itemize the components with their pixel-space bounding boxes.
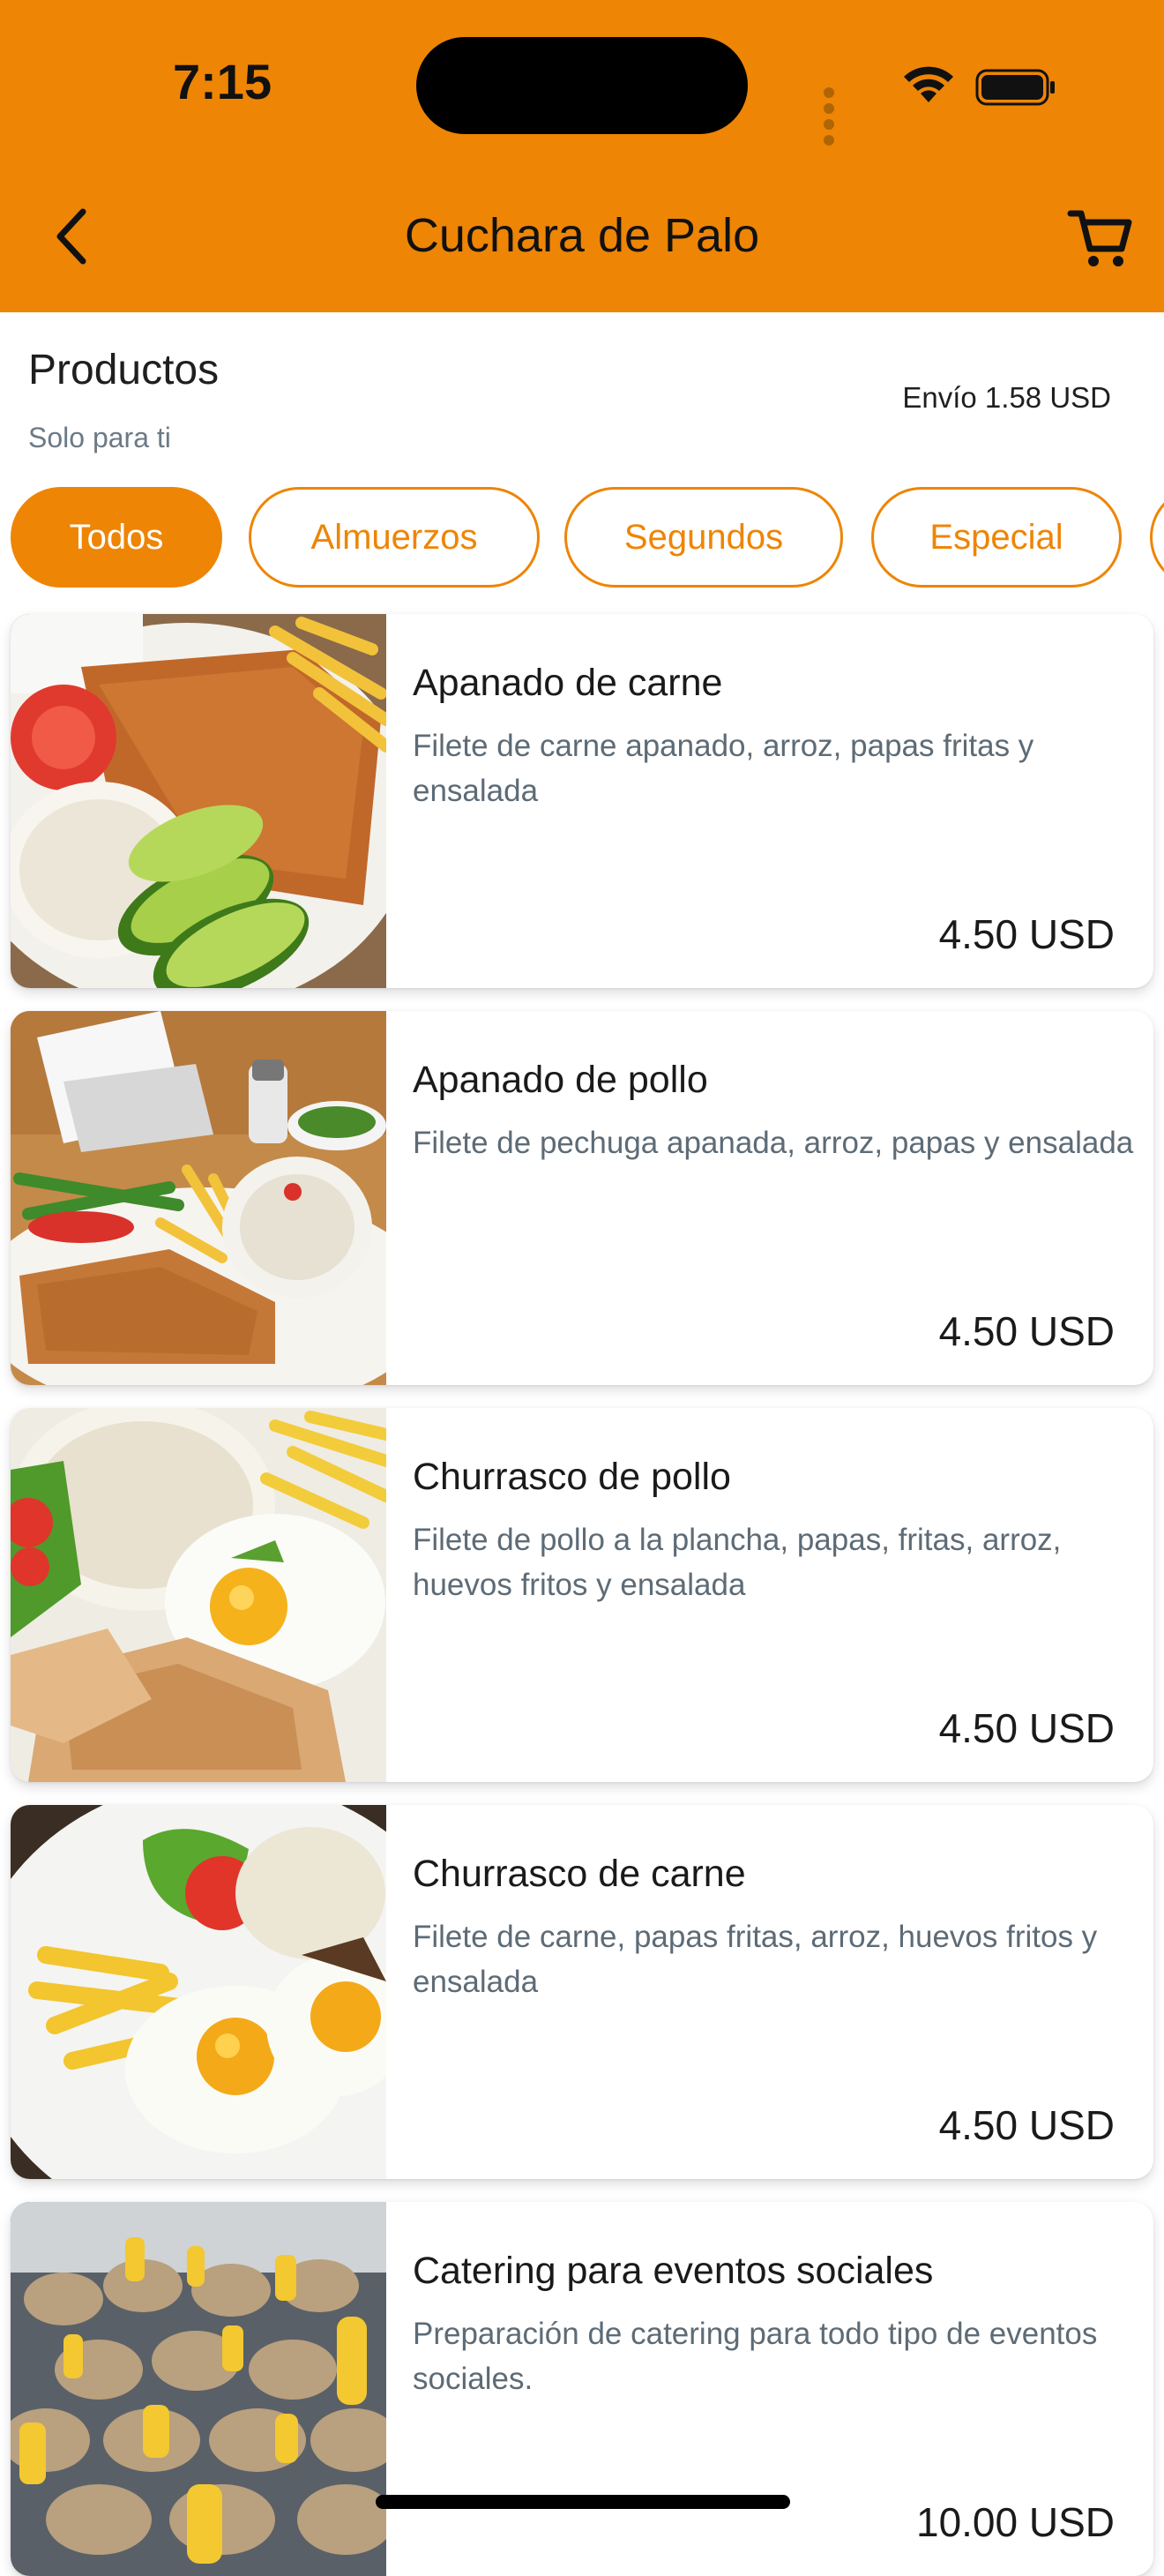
page-title: Cuchara de Palo [404, 209, 760, 262]
product-card[interactable]: Apanado de pollo Filete de pechuga apana… [11, 1011, 1153, 1385]
product-image [11, 614, 386, 988]
section-title: Productos [28, 347, 220, 393]
tab-especial[interactable]: Especial [871, 487, 1122, 588]
wifi-icon [904, 66, 953, 102]
product-card[interactable]: Catering para eventos sociales Preparaci… [11, 2202, 1153, 2576]
product-price: 4.50 USD [938, 2102, 1115, 2148]
product-image [11, 1011, 386, 1385]
product-name: Churrasco de pollo [413, 1456, 731, 1498]
cart-button[interactable] [1065, 203, 1136, 273]
battery-icon [975, 69, 1055, 106]
section-subtitle: Solo para ti [28, 422, 171, 453]
cart-icon [1067, 210, 1132, 266]
product-description: Filete de carne apanado, arroz, papas fr… [413, 729, 1034, 808]
dynamic-island [416, 37, 748, 134]
shipping-cost: Envío 1.58 USD [902, 381, 1111, 414]
product-description: Filete de pechuga apanada, arroz, papas … [413, 1126, 1134, 1160]
product-name: Catering para eventos sociales [413, 2250, 934, 2292]
product-image [11, 1408, 386, 1782]
product-description: Preparación de catering para todo tipo d… [413, 2317, 1098, 2396]
category-tabs: Todos Almuerzos Segundos Especial [11, 487, 1164, 591]
product-card[interactable]: Churrasco de pollo Filete de pollo a la … [11, 1408, 1153, 1782]
product-name: Apanado de pollo [413, 1059, 708, 1101]
product-description: Filete de carne, papas fritas, arroz, hu… [413, 1920, 1098, 1999]
app-header: 7:15 Cuchara de Palo [0, 0, 1164, 312]
product-price: 4.50 USD [938, 1705, 1115, 1751]
product-card[interactable]: Apanado de carne Filete de carne apanado… [11, 614, 1153, 988]
status-time: 7:15 [173, 54, 272, 109]
product-price: 4.50 USD [938, 911, 1115, 957]
product-image [11, 2202, 386, 2576]
product-name: Apanado de carne [413, 662, 723, 704]
product-price: 4.50 USD [938, 1308, 1115, 1354]
tab-todos[interactable]: Todos [11, 487, 222, 588]
home-indicator [376, 2495, 790, 2509]
product-description: Filete de pollo a la plancha, papas, fri… [413, 1523, 1062, 1602]
product-price: 10.00 USD [915, 2499, 1115, 2545]
product-image [11, 1805, 386, 2179]
tab-partial[interactable] [1150, 487, 1164, 588]
product-name: Churrasco de carne [413, 1853, 746, 1895]
tab-segundos[interactable]: Segundos [564, 487, 843, 588]
product-card[interactable]: Churrasco de carne Filete de carne, papa… [11, 1805, 1153, 2179]
tab-almuerzos[interactable]: Almuerzos [249, 487, 540, 588]
cellular-signal-icon [824, 86, 839, 150]
